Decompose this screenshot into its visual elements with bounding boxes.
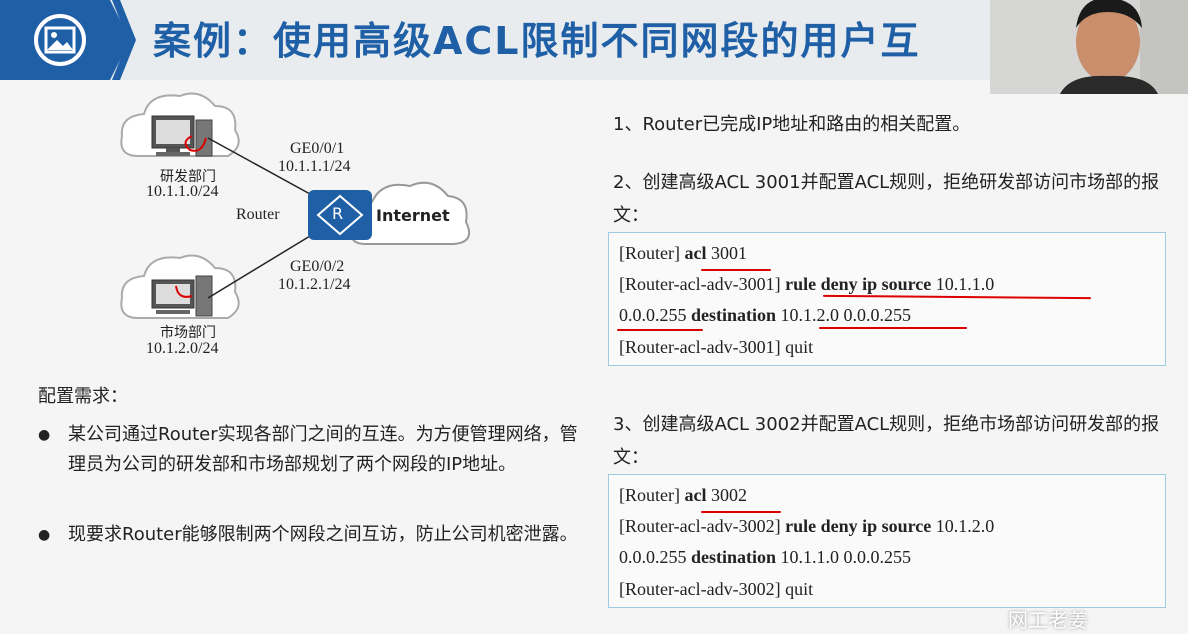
requirement-text: 现要求Router能够限制两个网段之间互访，防止公司机密泄露。 [68, 524, 578, 545]
router-icon-letter: R [332, 204, 344, 223]
presenter-video [990, 0, 1188, 94]
code-line: [Router-acl-adv-3002] quit [619, 579, 814, 599]
router-label: Router [236, 206, 280, 223]
network-diagram: R GE0/0/1 10.1.1.1/24 研发部门 10.1.1.0/24 R… [110, 86, 490, 376]
code-line: [Router] acl 3001 [619, 243, 747, 263]
requirement-text: 某公司通过Router实现各部门之间的互连。为方便管理网络，管理员为公司的研发部… [68, 424, 578, 475]
link2-ip: 10.1.2.1/24 [278, 276, 351, 293]
step-1: 1、Router已完成IP地址和路由的相关配置。 [613, 114, 971, 135]
code-block-2: [Router] acl 3002 [Router-acl-adv-3002] … [608, 474, 1166, 608]
bullet-icon: ● [38, 427, 51, 443]
code-line: 0.0.0.255 destination 10.1.1.0 0.0.0.255 [619, 547, 912, 567]
code-line: 0.0.0.255 destination 10.1.2.0 0.0.0.255 [619, 305, 912, 325]
market-dept-subnet: 10.1.2.0/24 [146, 340, 219, 357]
annotation-underline [617, 329, 703, 331]
code-line: [Router] acl 3002 [619, 485, 747, 505]
link2-port: GE0/0/2 [290, 258, 345, 275]
code-line: [Router-acl-adv-3001] rule deny ip sourc… [619, 274, 995, 294]
annotation-underline [701, 269, 771, 271]
page-title: 案例：使用高级ACL限制不同网段的用户互 [153, 19, 921, 63]
annotation-underline [822, 294, 1092, 300]
step-3: 3、创建高级ACL 3002并配置ACL规则，拒绝市场部访问研发部的报文： [613, 414, 1160, 468]
link1-port: GE0/0/1 [290, 140, 345, 157]
header-badge [0, 0, 130, 80]
watermark: 网工老姜 [1008, 608, 1088, 632]
annotation-underline [701, 511, 781, 513]
annotation-underline [819, 327, 967, 329]
bullet-icon: ● [38, 527, 51, 543]
code-line: [Router-acl-adv-3001] quit [619, 337, 814, 357]
webcam-overlay [990, 0, 1188, 94]
research-dept-subnet: 10.1.1.0/24 [146, 183, 219, 200]
internet-label: Internet [376, 206, 450, 225]
requirements-title: 配置需求： [38, 386, 128, 407]
code-line: [Router-acl-adv-3002] rule deny ip sourc… [619, 516, 995, 536]
market-dept-label: 市场部门 [160, 325, 216, 341]
link1-ip: 10.1.1.1/24 [278, 158, 351, 175]
code-block-1: [Router] acl 3001 [Router-acl-adv-3001] … [608, 232, 1166, 366]
step-2: 2、创建高级ACL 3001并配置ACL规则，拒绝研发部访问市场部的报文： [613, 172, 1160, 226]
chevron-divider [112, 0, 136, 80]
